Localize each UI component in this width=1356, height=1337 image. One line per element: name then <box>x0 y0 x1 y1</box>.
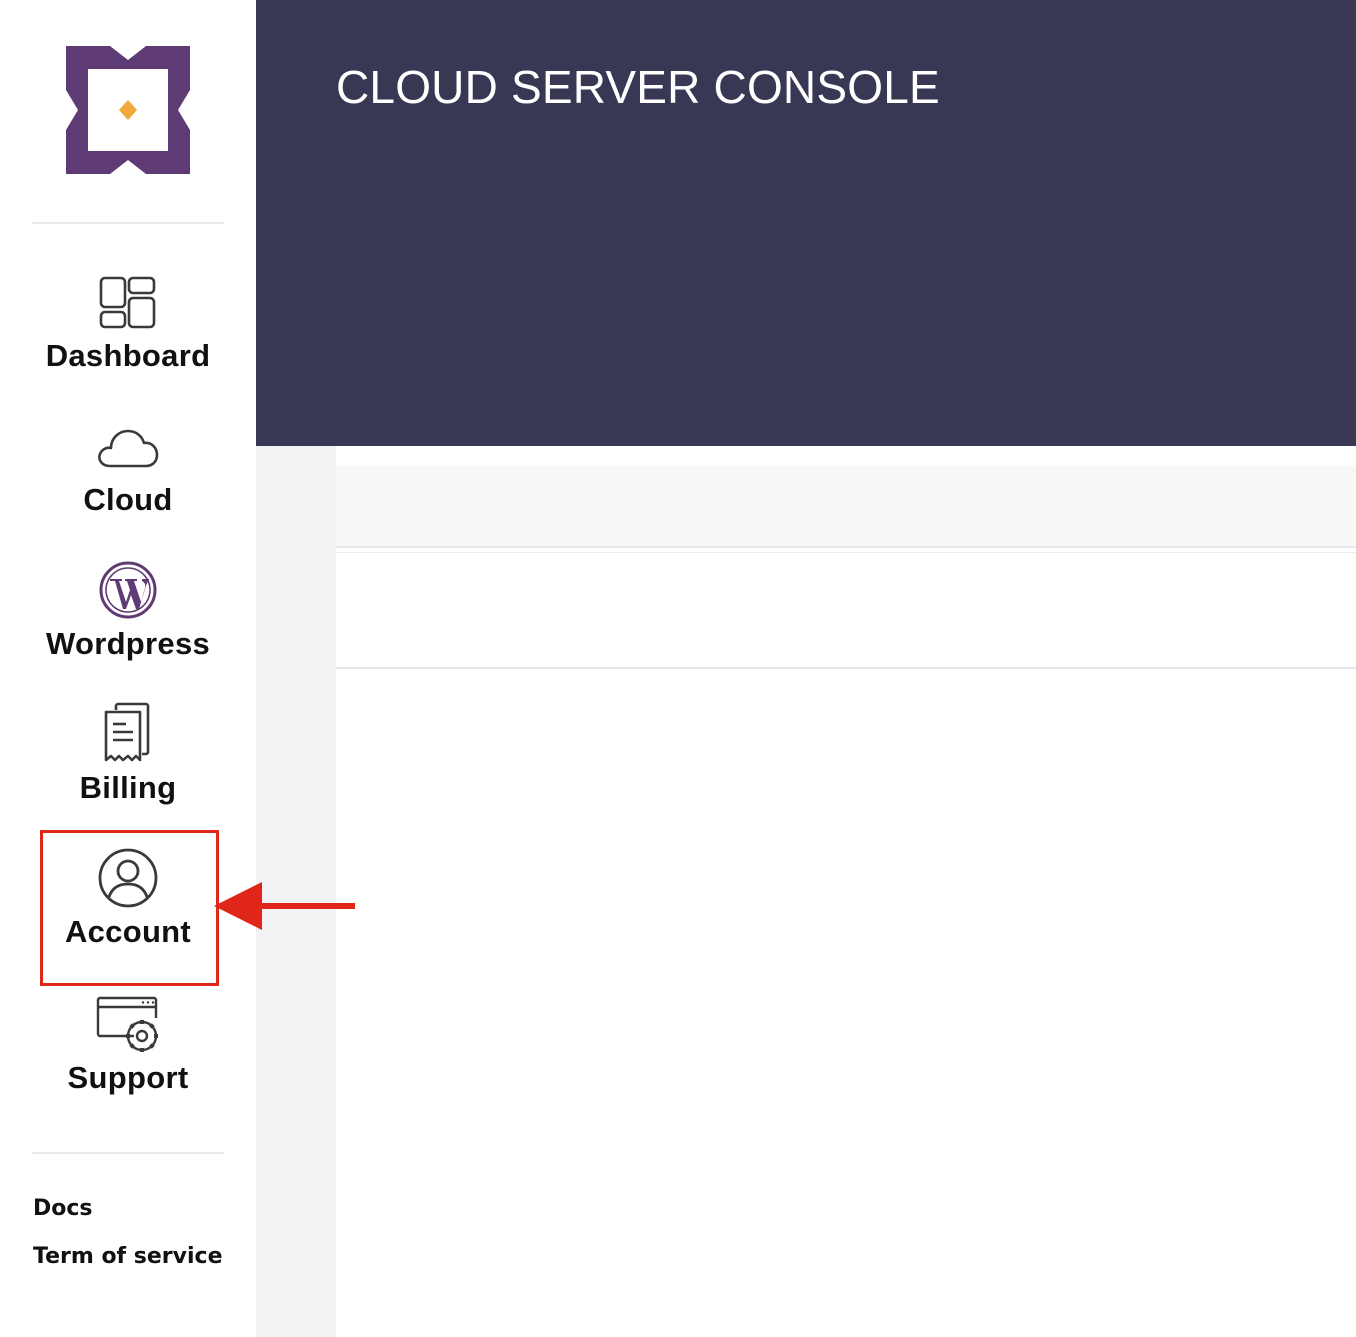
terms-of-service-link[interactable]: Term of service <box>33 1244 223 1269</box>
sidebar-divider-bottom <box>32 1152 224 1154</box>
dashboard-icon <box>96 270 160 334</box>
docs-link[interactable]: Docs <box>33 1196 93 1221</box>
sidebar-item-dashboard[interactable]: Dashboard <box>40 270 216 420</box>
wordpress-icon <box>96 558 160 622</box>
sidebar-item-label: Support <box>67 1060 189 1095</box>
sidebar-item-account[interactable]: Account <box>40 846 216 996</box>
sidebar-item-label: Wordpress <box>45 626 211 661</box>
billing-icon <box>96 702 160 766</box>
page-title: CLOUD SERVER CONSOLE <box>336 61 940 113</box>
support-icon <box>96 992 160 1056</box>
sidebar-item-label: Dashboard <box>45 338 211 373</box>
sidebar-item-support[interactable]: Support <box>40 992 216 1142</box>
header-banner: CLOUD SERVER CONSOLE <box>256 0 1356 446</box>
cloud-icon <box>96 414 160 478</box>
content-gutter <box>256 446 337 1337</box>
sidebar-item-label: Account <box>64 914 192 949</box>
content-toolbar <box>336 466 1356 548</box>
sidebar-divider-top <box>32 222 224 224</box>
sidebar-item-label: Cloud <box>83 482 173 517</box>
sidebar-item-wordpress[interactable]: Wordpress <box>40 558 216 708</box>
sidebar-item-cloud[interactable]: Cloud <box>40 414 216 564</box>
sidebar-item-billing[interactable]: Billing <box>40 702 216 852</box>
brand-logo[interactable] <box>64 46 192 174</box>
sidebar: Dashboard Cloud Wordpress Billing Accoun… <box>0 0 256 1337</box>
sidebar-item-label: Billing <box>79 770 177 805</box>
account-icon <box>96 846 160 910</box>
content-row <box>336 552 1356 669</box>
main-content <box>336 446 1356 1337</box>
